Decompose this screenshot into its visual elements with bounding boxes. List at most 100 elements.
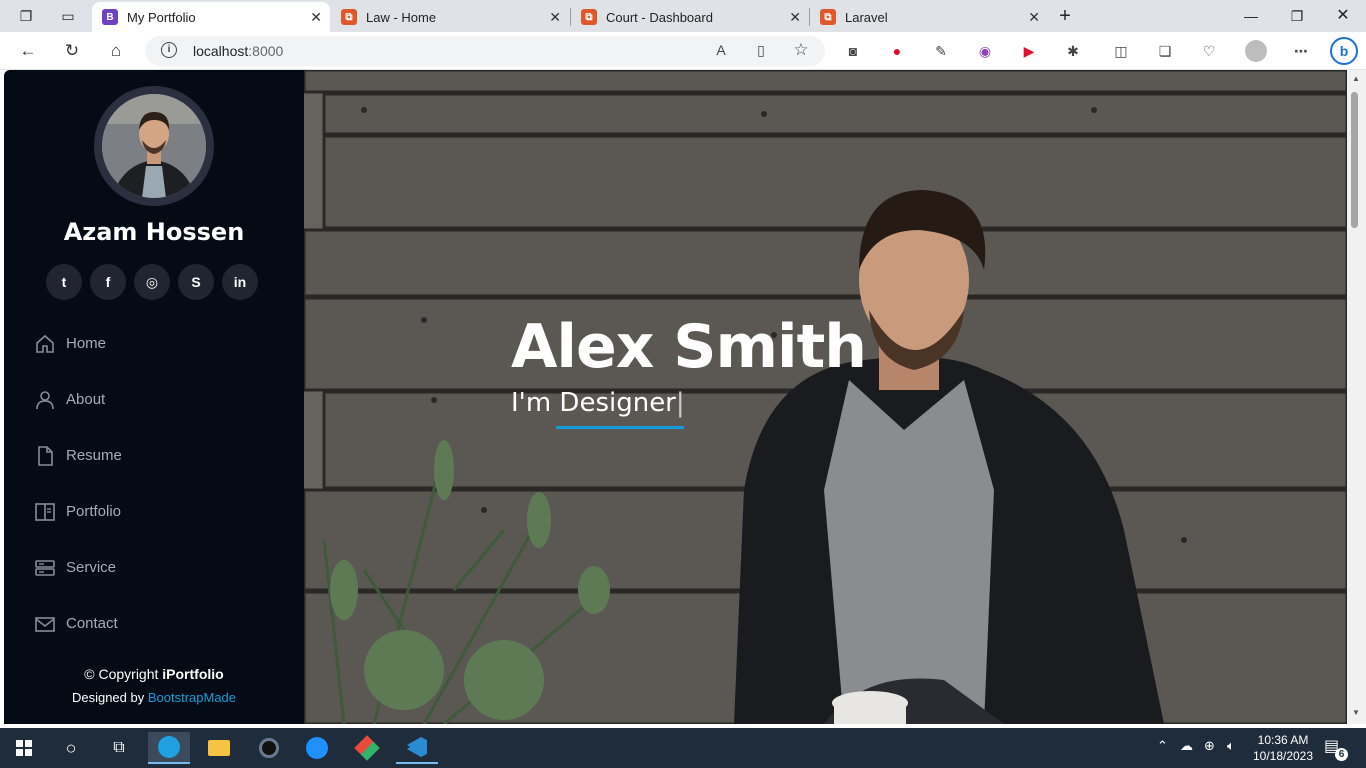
tab-court-dashboard[interactable]: ⧉ Court - Dashboard ✕ [571,2,809,32]
nav-label: Service [66,559,117,576]
camera-icon[interactable]: ◙ [843,41,863,61]
performance-heart-icon[interactable]: ♡ [1199,41,1219,61]
tab-title: Court - Dashboard [606,9,713,25]
skype-icon[interactable]: S [178,264,214,300]
tab-my-portfolio[interactable]: B My Portfolio ✕ [92,2,330,32]
restore-icon[interactable]: ❐ [1274,4,1320,28]
color-extension-icon[interactable]: ◉ [975,41,995,61]
read-aloud-icon[interactable]: A [711,40,731,60]
address-bar[interactable]: i localhost:8000 A ▯ ☆ [145,36,825,66]
nav-label: Home [66,335,107,352]
close-window-icon[interactable]: ✕ [1320,4,1366,28]
back-arrow-icon[interactable]: ← [17,40,39,62]
camera-app-icon[interactable] [248,732,290,764]
extensions-puzzle-icon[interactable]: ✱ [1063,41,1083,61]
sidebar: Azam Hossen t f ◎ S in Home About Resume [4,70,304,724]
clock-time: 10:36 AM [1257,733,1309,747]
social-links: t f ◎ S in [46,264,258,300]
refresh-icon[interactable]: ↻ [61,40,83,62]
adblock-extension-icon[interactable]: ● [887,41,907,61]
minimize-icon[interactable]: — [1228,4,1274,28]
close-tab-icon[interactable]: ✕ [310,9,322,26]
favorite-star-icon[interactable]: ☆ [791,40,811,60]
split-screen-icon[interactable]: ◫ [1111,41,1131,61]
volume-icon[interactable]: 🔈︎ [1227,738,1235,754]
nav-item-contact[interactable]: Contact [34,612,122,668]
video-extension-icon[interactable]: ▶ [1019,41,1039,61]
tab-title: Law - Home [366,9,437,25]
nav-item-portfolio[interactable]: Portfolio [34,500,122,556]
xampp-favicon-icon: ⧉ [820,9,836,25]
close-tab-icon[interactable]: ✕ [549,9,561,26]
instagram-icon[interactable]: ◎ [134,264,170,300]
bootstrap-favicon-icon: B [102,9,118,25]
house-icon [36,334,54,353]
tab-law-home[interactable]: ⧉ Law - Home ✕ [331,2,569,32]
site-info-icon[interactable]: i [161,42,177,58]
server-icon [35,560,55,576]
tab-laravel[interactable]: ⧉ Laravel ✕ [810,2,1048,32]
home-icon[interactable]: ⌂ [105,40,127,62]
url-text[interactable]: localhost:8000 [193,43,283,59]
designer-link[interactable]: BootstrapMade [148,690,236,705]
file-icon [38,446,53,466]
nav-item-about[interactable]: About [34,388,122,444]
xampp-favicon-icon: ⧉ [341,9,357,25]
hero-subtitle: I'm Designer| [511,388,685,418]
scroll-up-icon[interactable]: ▲ [1352,74,1360,83]
app-bird-icon[interactable] [296,732,338,764]
show-hidden-icons-icon[interactable]: ⌃ [1157,738,1168,754]
twitter-icon[interactable]: t [46,264,82,300]
person-icon [36,391,54,410]
facebook-icon[interactable]: f [90,264,126,300]
tab-actions-icon[interactable]: ▭ [58,6,78,26]
scroll-down-icon[interactable]: ▼ [1352,708,1360,717]
immersive-reader-icon[interactable]: ▯ [751,40,771,60]
git-app-icon[interactable] [346,732,388,764]
task-view-icon[interactable]: ⧉ [98,732,140,764]
onedrive-cloud-icon[interactable]: ☁ [1180,738,1193,754]
linkedin-icon[interactable]: in [222,264,258,300]
nav-label: Contact [66,615,118,632]
tab-title: My Portfolio [127,9,196,25]
typed-underline [556,426,684,429]
page-viewport: Azam Hossen t f ◎ S in Home About Resume [4,70,1366,724]
copyright: © Copyright iPortfolio [84,666,224,682]
settings-more-icon[interactable]: ⋯ [1291,41,1311,61]
collections-icon[interactable]: ❏ [1155,41,1175,61]
typed-role: Designer [559,388,676,418]
new-tab-button[interactable]: + [1055,6,1075,26]
hero-title: Alex Smith [511,312,867,382]
file-explorer-icon[interactable] [198,732,240,764]
nav-item-service[interactable]: Service [34,556,122,612]
credits: Designed by BootstrapMade [71,690,237,705]
brand-name: iPortfolio [162,666,224,682]
system-clock[interactable]: 10:36 AM 10/18/2023 [1248,732,1318,764]
page-scrollbar[interactable]: ▲ ▼ [1347,70,1366,724]
close-tab-icon[interactable]: ✕ [789,9,801,26]
profile-avatar-icon[interactable] [1245,40,1267,62]
profile-name: Azam Hossen [63,218,245,246]
color-picker-icon[interactable]: ✎ [931,41,951,61]
edge-taskbar-icon[interactable] [148,732,190,764]
nav-label: Portfolio [66,503,122,520]
vscode-icon[interactable] [396,732,438,764]
scrollbar-thumb[interactable] [1351,92,1358,228]
book-icon [35,503,55,521]
sidebar-footer: © Copyright iPortfolio Designed by Boots… [4,666,304,705]
taskbar: ○ ⧉ ⌃ ☁ ⊕ 🔈︎ 10:36 AM 10/18/2023 ▤ 6 [0,728,1366,768]
bing-copilot-icon[interactable]: b [1330,37,1358,65]
workspaces-icon[interactable]: ❐ [16,6,36,26]
nav-item-resume[interactable]: Resume [34,444,122,500]
hero-section: Alex Smith I'm Designer| [304,70,1347,724]
envelope-icon [35,617,55,632]
xampp-favicon-icon: ⧉ [581,9,597,25]
search-icon[interactable]: ○ [50,732,92,764]
close-tab-icon[interactable]: ✕ [1028,9,1040,26]
browser-toolbar: ← ↻ ⌂ i localhost:8000 A ▯ ☆ ◙ ● ✎ ◉ ▶ ✱… [0,32,1366,70]
tab-title: Laravel [845,9,888,25]
nav-item-home[interactable]: Home [34,332,122,388]
windows-start-icon[interactable] [3,732,45,764]
network-globe-icon[interactable]: ⊕ [1204,738,1215,754]
profile-photo [102,94,206,198]
